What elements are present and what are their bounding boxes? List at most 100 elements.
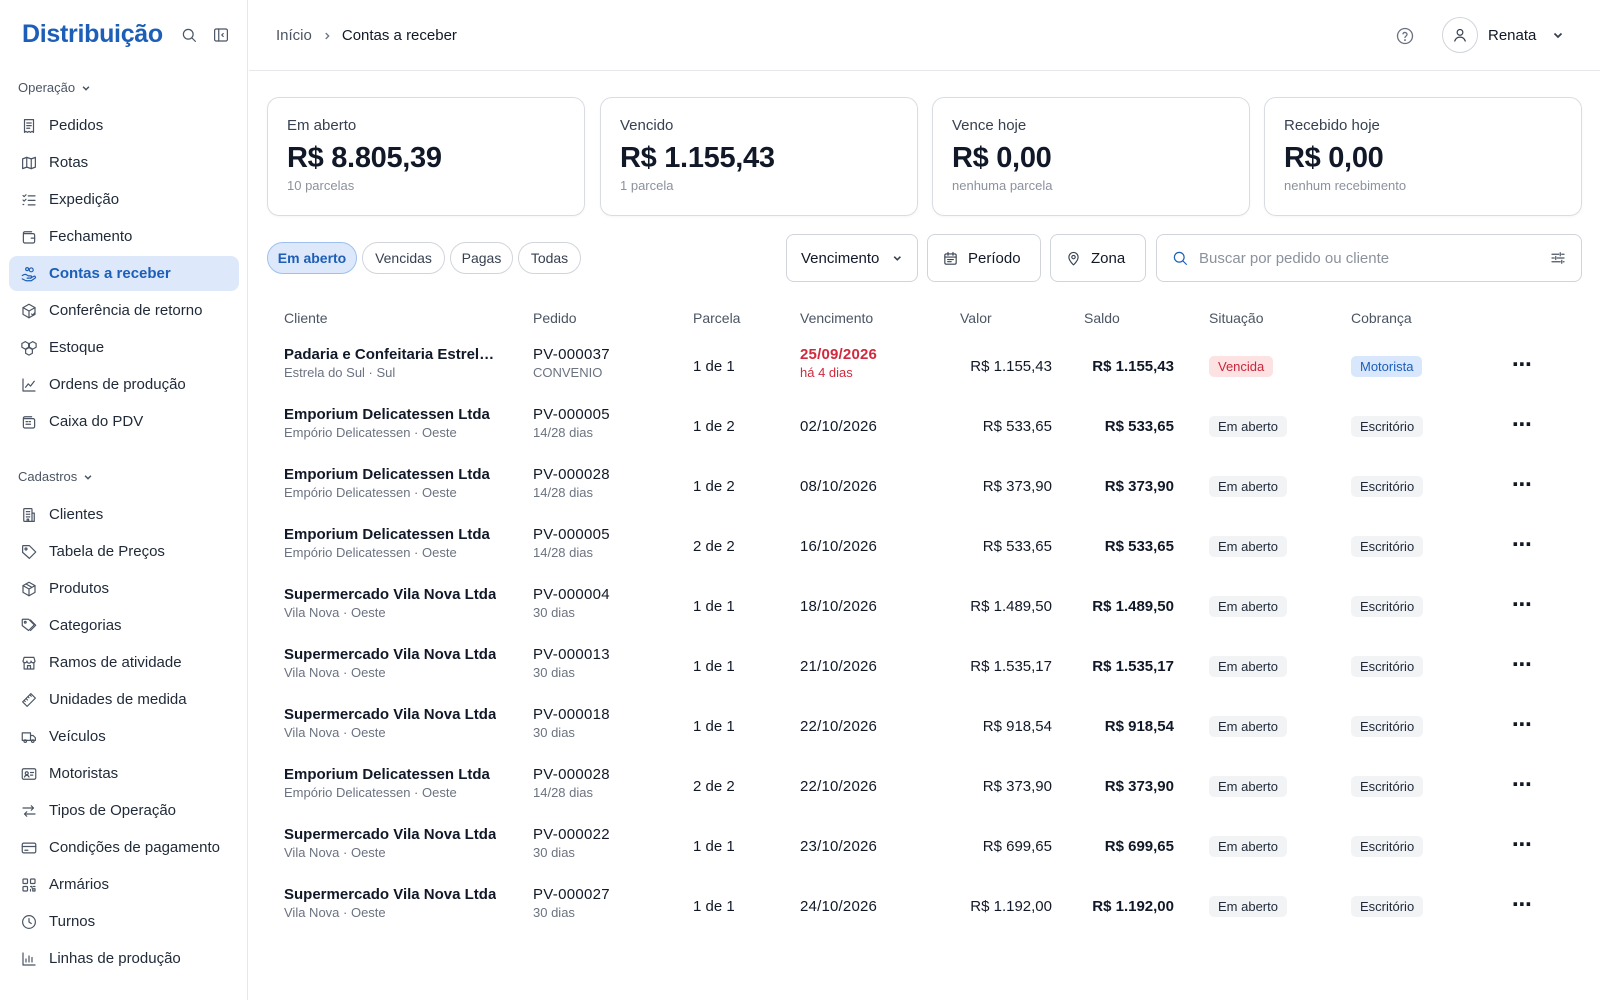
order-number[interactable]: PV-000037 bbox=[533, 346, 610, 363]
column-header-pedido[interactable]: Pedido bbox=[533, 310, 577, 326]
period-filter-button[interactable]: Período bbox=[927, 234, 1041, 282]
sort-dropdown[interactable]: Vencimento bbox=[786, 234, 918, 282]
order-number[interactable]: PV-000004 bbox=[533, 586, 610, 603]
column-header-parcela[interactable]: Parcela bbox=[693, 310, 740, 326]
table-row[interactable]: Supermercado Vila Nova Ltda Vila Nova · O… bbox=[262, 826, 1582, 886]
table-row[interactable]: Emporium Delicatessen Ltda Empório Delica… bbox=[262, 526, 1582, 586]
kpi-sub: 1 parcela bbox=[620, 178, 674, 193]
sidebar-item-contas-a-receber[interactable]: Contas a receber bbox=[9, 256, 239, 291]
table-row[interactable]: Supermercado Vila Nova Ltda Vila Nova · O… bbox=[262, 706, 1582, 766]
table-row[interactable]: Supermercado Vila Nova Ltda Vila Nova · O… bbox=[262, 886, 1582, 946]
zone-filter-button[interactable]: Zona bbox=[1050, 234, 1146, 282]
sidebar-collapse-icon[interactable] bbox=[212, 26, 230, 44]
table-row[interactable]: Emporium Delicatessen Ltda Empório Delica… bbox=[262, 466, 1582, 526]
order-number[interactable]: PV-000018 bbox=[533, 706, 610, 723]
breadcrumb-home[interactable]: Início bbox=[276, 27, 312, 44]
sidebar-item-condicoes-de-pagamento[interactable]: Condições de pagamento bbox=[9, 830, 239, 865]
order-number[interactable]: PV-000028 bbox=[533, 466, 610, 483]
order-number[interactable]: PV-000005 bbox=[533, 406, 610, 423]
order-number[interactable]: PV-000028 bbox=[533, 766, 610, 783]
sidebar-item-label: Expedição bbox=[49, 191, 120, 208]
installment: 1 de 1 bbox=[693, 898, 735, 915]
sidebar-item-turnos[interactable]: Turnos bbox=[9, 904, 239, 939]
chevron-right-icon bbox=[325, 32, 330, 39]
sidebar-item-estoque[interactable]: Estoque bbox=[9, 330, 239, 365]
row-actions-button[interactable]: ⋯ bbox=[1512, 712, 1532, 737]
status-badge: Em aberto bbox=[1209, 416, 1287, 437]
column-header-valor[interactable]: Valor bbox=[960, 310, 992, 326]
column-header-saldo[interactable]: Saldo bbox=[1084, 310, 1120, 326]
table-row[interactable]: Supermercado Vila Nova Ltda Vila Nova · O… bbox=[262, 586, 1582, 646]
sidebar-item-conferencia-de-retorno[interactable]: Conferência de retorno bbox=[9, 293, 239, 328]
tab-pagas[interactable]: Pagas bbox=[450, 242, 513, 274]
kpi-value: R$ 0,00 bbox=[1284, 142, 1384, 174]
balance: R$ 373,90 bbox=[1104, 778, 1174, 795]
help-icon[interactable] bbox=[1395, 26, 1415, 46]
sidebar-item-tipos-de-operacao[interactable]: Tipos de Operação bbox=[9, 793, 239, 828]
row-actions-button[interactable]: ⋯ bbox=[1512, 532, 1532, 557]
sidebar-item-caixa-do-pdv[interactable]: Caixa do PDV bbox=[9, 404, 239, 439]
client-name: Supermercado Vila Nova Ltda bbox=[284, 826, 497, 843]
row-actions-button[interactable]: ⋯ bbox=[1512, 592, 1532, 617]
search-icon[interactable] bbox=[180, 26, 198, 44]
tab-em-aberto[interactable]: Em aberto bbox=[267, 242, 357, 274]
client-sub: Vila Nova · Oeste bbox=[284, 905, 386, 920]
sidebar-item-fechamento[interactable]: Fechamento bbox=[9, 219, 239, 254]
sidebar-item-unidades-de-medida[interactable]: Unidades de medida bbox=[9, 682, 239, 717]
table-row[interactable]: Supermercado Vila Nova Ltda Vila Nova · O… bbox=[262, 646, 1582, 706]
balance: R$ 1.489,50 bbox=[1092, 598, 1174, 615]
sidebar-item-label: Caixa do PDV bbox=[49, 413, 144, 430]
search-input[interactable] bbox=[1199, 249, 1539, 267]
sidebar-item-armarios[interactable]: Armários bbox=[9, 867, 239, 902]
table-row[interactable]: Emporium Delicatessen Ltda Empório Delica… bbox=[262, 406, 1582, 466]
row-actions-button[interactable]: ⋯ bbox=[1512, 832, 1532, 857]
tab-todas[interactable]: Todas bbox=[518, 242, 581, 274]
due-date-cell: 22/10/2026 bbox=[800, 718, 877, 735]
sidebar-item-linhas-de-producao[interactable]: Linhas de produção bbox=[9, 941, 239, 976]
sidebar-item-categorias[interactable]: Categorias bbox=[9, 608, 239, 643]
user-menu[interactable]: Renata bbox=[1442, 17, 1564, 53]
sidebar-item-ordens-de-producao[interactable]: Ordens de produção bbox=[9, 367, 239, 402]
row-actions-button[interactable]: ⋯ bbox=[1512, 412, 1532, 437]
kpi-label: Vencido bbox=[620, 117, 674, 134]
row-actions-button[interactable]: ⋯ bbox=[1512, 472, 1532, 497]
table-row[interactable]: Emporium Delicatessen Ltda Empório Delica… bbox=[262, 766, 1582, 826]
column-header-vencimento[interactable]: Vencimento bbox=[800, 310, 873, 326]
sidebar-item-tabela-de-precos[interactable]: Tabela de Preços bbox=[9, 534, 239, 569]
column-header-situacao[interactable]: Situação bbox=[1209, 310, 1263, 326]
section-operacao[interactable]: Operação bbox=[18, 80, 91, 95]
sidebar-item-ramos-de-atividade[interactable]: Ramos de atividade bbox=[9, 645, 239, 680]
section-cadastros[interactable]: Cadastros bbox=[18, 469, 93, 484]
collection-badge: Escritório bbox=[1351, 476, 1424, 497]
client-sub: Empório Delicatessen · Oeste bbox=[284, 485, 457, 500]
table-row[interactable]: Padaria e Confeitaria Estrela Do Sul Ltd… bbox=[262, 346, 1582, 406]
order-number[interactable]: PV-000005 bbox=[533, 526, 610, 543]
sidebar-item-rotas[interactable]: Rotas bbox=[9, 145, 239, 180]
sliders-icon[interactable] bbox=[1549, 249, 1567, 267]
row-actions-button[interactable]: ⋯ bbox=[1512, 772, 1532, 797]
order-number[interactable]: PV-000027 bbox=[533, 886, 610, 903]
row-actions-button[interactable]: ⋯ bbox=[1512, 652, 1532, 677]
sidebar-item-clientes[interactable]: Clientes bbox=[9, 497, 239, 532]
sidebar-item-motoristas[interactable]: Motoristas bbox=[9, 756, 239, 791]
chevron-down-icon bbox=[1554, 32, 1563, 39]
order-number[interactable]: PV-000013 bbox=[533, 646, 610, 663]
sidebar-item-pedidos[interactable]: Pedidos bbox=[9, 108, 239, 143]
tab-vencidas[interactable]: Vencidas bbox=[362, 242, 445, 274]
client-name: Supermercado Vila Nova Ltda bbox=[284, 646, 497, 663]
sidebar-item-veiculos[interactable]: Veículos bbox=[9, 719, 239, 754]
column-header-cobranca[interactable]: Cobrança bbox=[1351, 310, 1412, 326]
search-box bbox=[1156, 234, 1582, 282]
order-number[interactable]: PV-000022 bbox=[533, 826, 610, 843]
order-terms: 14/28 dias bbox=[533, 785, 593, 800]
collection-cell: Escritório bbox=[1351, 776, 1424, 797]
installment: 1 de 2 bbox=[693, 418, 735, 435]
sidebar-item-expedicao[interactable]: Expedição bbox=[9, 182, 239, 217]
brand-logo[interactable]: Distribuição bbox=[22, 20, 163, 49]
row-actions-button[interactable]: ⋯ bbox=[1512, 892, 1532, 917]
map-pin-icon bbox=[1068, 251, 1079, 265]
column-header-cliente[interactable]: Cliente bbox=[284, 310, 328, 326]
kpi-sub: nenhum recebimento bbox=[1284, 178, 1407, 193]
row-actions-button[interactable]: ⋯ bbox=[1512, 352, 1532, 377]
sidebar-item-produtos[interactable]: Produtos bbox=[9, 571, 239, 606]
